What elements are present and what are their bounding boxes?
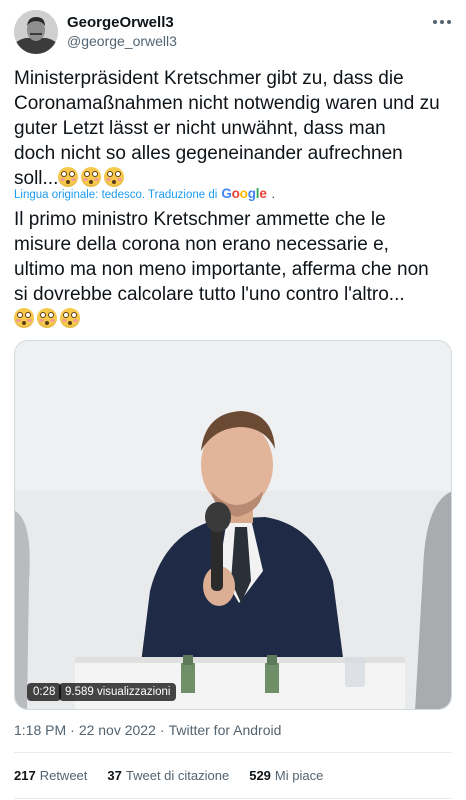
tweet-meta: 1:18 PM · 22 nov 2022 · Twitter for Android [14,722,281,738]
divider [14,752,452,753]
tweet-line: doch nicht so alles gegeneinander aufrec… [14,143,403,164]
flushed-face-icon [81,167,102,187]
display-name[interactable]: GeorgeOrwell3 [67,14,174,31]
likes-label: Mi piace [274,768,324,783]
avatar[interactable] [14,10,58,54]
tweet-source[interactable]: Twitter for Android [169,722,282,738]
tweet-line: Il primo ministro Kretschmer ammette che… [14,209,386,230]
video-frame [15,341,451,709]
retweets-count: 217 [14,768,36,783]
retweets-stat[interactable]: 217 Retweet [14,768,87,783]
quotes-label: Tweet di citazione [125,768,230,783]
meta-separator: · [159,722,165,738]
tweet-video[interactable]: 0:28 9.589 visualizzazioni [14,340,452,710]
tweet-date[interactable]: 22 nov 2022 [79,722,156,738]
quote-tweets-stat[interactable]: 37 Tweet di citazione [107,768,229,783]
translation-note-label: Lingua originale: tedesco. Traduzione di [14,189,218,201]
tweet-stats: 217 Retweet 37 Tweet di citazione 529 Mi pi… [14,768,343,783]
likes-count: 529 [249,768,271,783]
avatar-portrait [14,10,58,54]
tweet-line: si dovrebbe calcolare tutto l'uno contro… [14,284,405,305]
video-view-count: 9.589 visualizzazioni [59,683,177,701]
flushed-face-icon [14,308,34,328]
likes-stat[interactable]: 529 Mi piace [249,768,323,783]
tweet-header: GeorgeOrwell3 @george_orwell3 [0,0,466,66]
user-handle[interactable]: @george_orwell3 [67,33,177,49]
retweets-label: Retweet [39,768,88,783]
tweet-original-text: Ministerpräsident Kretschmer gibt zu, da… [14,66,454,191]
google-logo: Google [221,186,267,201]
flushed-face-icon [37,308,57,328]
tweet-line: Ministerpräsident Kretschmer gibt zu, da… [14,68,404,89]
translation-note[interactable]: Lingua originale: tedesco. Traduzione di… [14,186,275,201]
video-timestamp: 0:28 [27,683,62,701]
tweet-line [14,307,454,332]
divider [14,798,452,799]
tweet-line: ultimo ma non meno importante, afferma c… [14,259,429,280]
more-horizontal-icon [433,20,451,24]
more-options-button[interactable] [428,10,456,34]
tweet-line: misure della corona non erano necessarie… [14,234,389,255]
tweet-translated-text: Il primo ministro Kretschmer ammette che… [14,207,454,332]
quotes-count: 37 [107,768,122,783]
tweet-time[interactable]: 1:18 PM [14,722,66,738]
flushed-face-icon [60,308,80,328]
flushed-face-icon [104,167,125,187]
tweet-line: Coronamaßnahmen nicht notwendig waren un… [14,93,440,114]
translation-separator: . [271,189,275,201]
flushed-face-icon [58,167,79,187]
tweet-line: guter Letzt lässt er nicht unwähnt, dass… [14,118,386,139]
meta-separator: · [70,722,75,738]
